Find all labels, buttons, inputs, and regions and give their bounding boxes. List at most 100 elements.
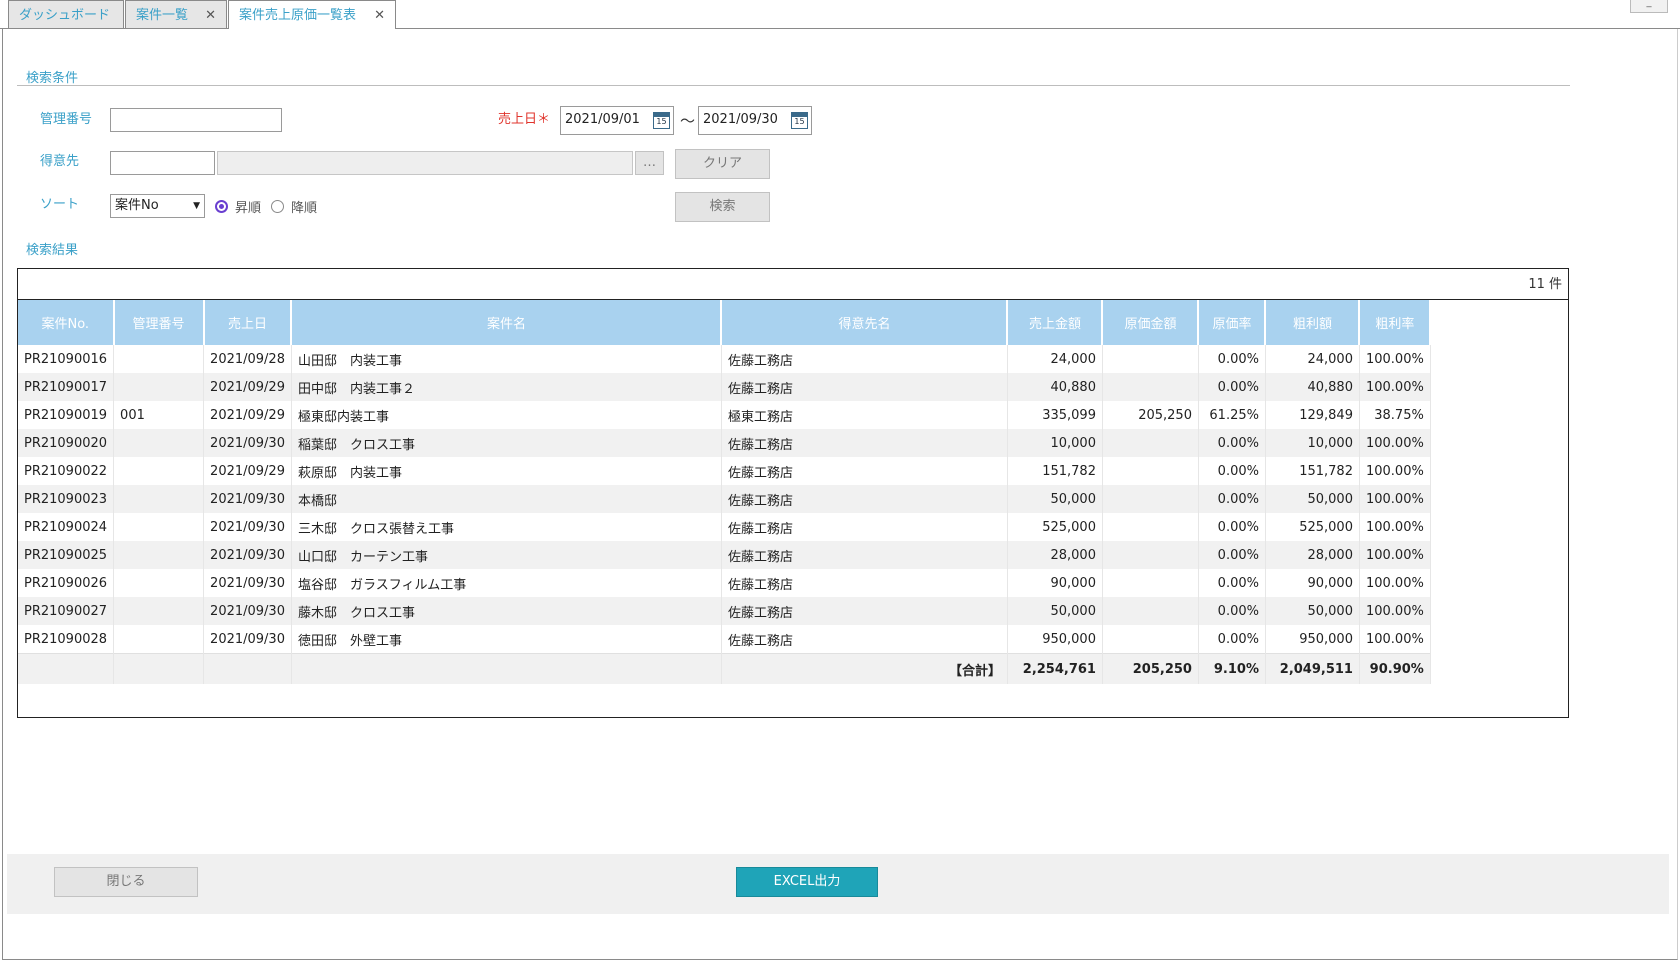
cell-uriage-date: 2021/09/30 xyxy=(203,541,292,569)
cell-uriage-amount: 151,782 xyxy=(1007,457,1103,485)
tab-sales-cost-report[interactable]: 案件売上原価一覧表 ✕ xyxy=(228,0,396,29)
tab-anken-list[interactable]: 案件一覧 ✕ xyxy=(125,0,227,28)
cell-arari-amount: 10,000 xyxy=(1265,429,1360,457)
cell-tokuisaki-name: 佐藤工務店 xyxy=(721,597,1008,625)
column-header[interactable]: 売上金額 xyxy=(1007,300,1104,345)
cell-uriage-amount: 950,000 xyxy=(1007,625,1103,654)
cell-anken-name: 田中邸 内装工事２ xyxy=(291,373,722,401)
table-row[interactable]: PR21090022 2021/09/29 萩原邸 内装工事 佐藤工務店 151,782… xyxy=(18,457,1431,485)
total-genka-rate: 9.10% xyxy=(1198,653,1266,684)
column-header[interactable]: 原価金額 xyxy=(1102,300,1200,345)
date-range-separator: 〜 xyxy=(680,112,696,130)
cell-anken-no: PR21090016 xyxy=(18,345,115,373)
cell-genka-rate: 0.00% xyxy=(1198,625,1266,654)
cell-kanri-no xyxy=(113,373,205,401)
tab-label: ダッシュボード xyxy=(19,8,111,23)
total-row: 【合計】 2,254,761 205,250 9.10% 2,049,511 9… xyxy=(18,653,1431,684)
cell-genka-amount xyxy=(1102,541,1199,569)
column-header[interactable]: 粗利率 xyxy=(1359,300,1432,345)
close-icon[interactable]: ✕ xyxy=(205,1,216,31)
cell-tokuisaki-name: 佐藤工務店 xyxy=(721,485,1008,513)
cell-uriage-amount: 40,880 xyxy=(1007,373,1103,401)
cell-arari-rate: 100.00% xyxy=(1359,457,1431,485)
cell-uriage-date: 2021/09/30 xyxy=(203,569,292,597)
table-row[interactable]: PR21090024 2021/09/30 三木邸 クロス張替え工事 佐藤工務店 525… xyxy=(18,513,1431,541)
tab-dashboard[interactable]: ダッシュボード xyxy=(8,0,124,28)
column-header[interactable]: 原価率 xyxy=(1198,300,1267,345)
column-header[interactable]: 案件No. xyxy=(18,300,115,345)
cell-genka-amount xyxy=(1102,597,1199,625)
cell-uriage-amount: 10,000 xyxy=(1007,429,1103,457)
cell-uriage-date: 2021/09/30 xyxy=(203,513,292,541)
kanri-input[interactable] xyxy=(110,108,282,132)
cell-uriage-amount: 90,000 xyxy=(1007,569,1103,597)
cell-genka-amount: 205,250 xyxy=(1102,401,1199,429)
cell-anken-no: PR21090017 xyxy=(18,373,115,401)
cell-kanri-no xyxy=(113,569,205,597)
column-header[interactable]: 売上日 xyxy=(203,300,293,345)
cell-arari-rate: 100.00% xyxy=(1359,597,1431,625)
cell-genka-rate: 0.00% xyxy=(1198,373,1266,401)
table-row[interactable]: PR21090026 2021/09/30 塩谷邸 ガラスフィルム工事 佐藤工務店 90… xyxy=(18,569,1431,597)
table-row[interactable]: PR21090023 2021/09/30 本橋邸 佐藤工務店 50,000 0.00% 5… xyxy=(18,485,1431,513)
cell-anken-name: 徳田邸 外壁工事 xyxy=(291,625,722,654)
tab-strip: ダッシュボード 案件一覧 ✕ 案件売上原価一覧表 ✕ _ xyxy=(0,0,1680,29)
cell-genka-amount xyxy=(1102,457,1199,485)
cell-anken-no: PR21090028 xyxy=(18,625,115,654)
cell-uriage-amount: 24,000 xyxy=(1007,345,1103,373)
date-to-input[interactable]: 2021/09/30 15 xyxy=(698,106,812,135)
cell-genka-rate: 0.00% xyxy=(1198,541,1266,569)
table-row[interactable]: PR21090016 2021/09/28 山田邸 内装工事 佐藤工務店 24,000 0… xyxy=(18,345,1431,373)
column-header[interactable]: 得意先名 xyxy=(721,300,1009,345)
cell-arari-amount: 28,000 xyxy=(1265,541,1360,569)
cell-arari-amount: 50,000 xyxy=(1265,485,1360,513)
calendar-icon[interactable]: 15 xyxy=(653,112,670,129)
cell-kanri-no xyxy=(113,625,205,654)
column-header[interactable]: 管理番号 xyxy=(113,300,205,345)
sort-desc-radio[interactable] xyxy=(271,200,284,213)
table-row[interactable]: PR21090019 001 2021/09/29 極東邸内装工事 極東工務店 335,0… xyxy=(18,401,1431,429)
results-table: 案件No. 管理番号 売上日 案件名 得意先名 売上金額 原価金額 原価率 粗利… xyxy=(18,300,1432,684)
date-from-input[interactable]: 2021/09/01 15 xyxy=(560,106,674,135)
excel-export-button[interactable]: EXCEL出力 xyxy=(736,867,878,897)
cell-anken-name: 山田邸 内装工事 xyxy=(291,345,722,373)
tokuisaki-code-input[interactable] xyxy=(110,151,215,175)
minimize-button[interactable]: _ xyxy=(1630,0,1668,13)
cell-tokuisaki-name: 極東工務店 xyxy=(721,401,1008,429)
search-button[interactable]: 検索 xyxy=(675,192,770,222)
cell-kanri-no: 001 xyxy=(113,401,205,429)
close-button[interactable]: 閉じる xyxy=(54,867,198,897)
column-header[interactable]: 粗利額 xyxy=(1265,300,1361,345)
cell-genka-amount xyxy=(1102,429,1199,457)
column-header[interactable]: 案件名 xyxy=(291,300,723,345)
cell-arari-amount: 151,782 xyxy=(1265,457,1360,485)
cell-kanri-no xyxy=(113,541,205,569)
table-row[interactable]: PR21090020 2021/09/30 稲葉邸 クロス工事 佐藤工務店 10,000… xyxy=(18,429,1431,457)
sort-asc-radio[interactable] xyxy=(215,200,228,213)
cell-anken-no: PR21090026 xyxy=(18,569,115,597)
cell-uriage-amount: 50,000 xyxy=(1007,485,1103,513)
cell-genka-rate: 0.00% xyxy=(1198,569,1266,597)
sort-select[interactable]: 案件No ▼ xyxy=(110,194,205,218)
cell-uriage-date: 2021/09/30 xyxy=(203,625,292,654)
clear-button[interactable]: クリア xyxy=(675,149,770,179)
tokuisaki-lookup-button[interactable]: … xyxy=(635,151,664,175)
table-row[interactable]: PR21090017 2021/09/29 田中邸 内装工事２ 佐藤工務店 40,880… xyxy=(18,373,1431,401)
tab-label: 案件売上原価一覧表 xyxy=(239,8,357,23)
table-row[interactable]: PR21090028 2021/09/30 徳田邸 外壁工事 佐藤工務店 950,000… xyxy=(18,625,1431,654)
cell-anken-no: PR21090027 xyxy=(18,597,115,625)
cell-genka-amount xyxy=(1102,625,1199,654)
table-row[interactable]: PR21090027 2021/09/30 藤木邸 クロス工事 佐藤工務店 50,000… xyxy=(18,597,1431,625)
cell-tokuisaki-name: 佐藤工務店 xyxy=(721,429,1008,457)
close-icon[interactable]: ✕ xyxy=(374,1,385,31)
calendar-icon[interactable]: 15 xyxy=(791,112,808,129)
cell-genka-rate: 0.00% xyxy=(1198,345,1266,373)
cell-arari-amount: 950,000 xyxy=(1265,625,1360,654)
cell-genka-amount xyxy=(1102,373,1199,401)
cell-kanri-no xyxy=(113,345,205,373)
cell-tokuisaki-name: 佐藤工務店 xyxy=(721,373,1008,401)
table-row[interactable]: PR21090025 2021/09/30 山口邸 カーテン工事 佐藤工務店 28,00… xyxy=(18,541,1431,569)
cell-anken-no: PR21090020 xyxy=(18,429,115,457)
sort-label: ソート xyxy=(40,197,80,212)
cell-tokuisaki-name: 佐藤工務店 xyxy=(721,457,1008,485)
